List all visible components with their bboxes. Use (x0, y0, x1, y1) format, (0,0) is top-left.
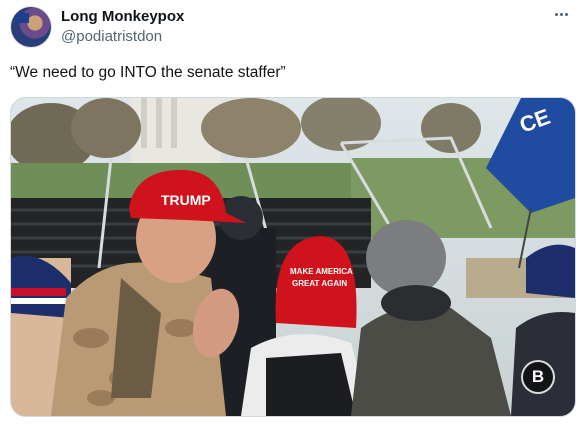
avatar-flag-icon (15, 13, 29, 23)
author-display-name[interactable]: Long Monkeypox (61, 8, 184, 26)
more-options-button[interactable] (549, 4, 573, 24)
tweet-text: “We need to go INTO the senate staffer” (10, 64, 286, 81)
hat-right-text-1: MAKE AMERICA (290, 267, 353, 276)
ellipsis-dot (559, 12, 563, 16)
hat-right-text-2: GREAT AGAIN (292, 279, 347, 288)
media-scene: CE TRUMP MAKE AMERICA GREAT AGAIN (11, 98, 575, 416)
hat-left-text: TRUMP (161, 192, 211, 208)
author-handle[interactable]: @podiatristdon (61, 28, 162, 46)
video-watermark-icon: B (521, 360, 555, 394)
avatar[interactable] (10, 6, 52, 48)
ellipsis-dot (564, 12, 568, 16)
tweet-media[interactable]: CE TRUMP MAKE AMERICA GREAT AGAIN B (10, 97, 576, 417)
ellipsis-icon (554, 12, 558, 16)
